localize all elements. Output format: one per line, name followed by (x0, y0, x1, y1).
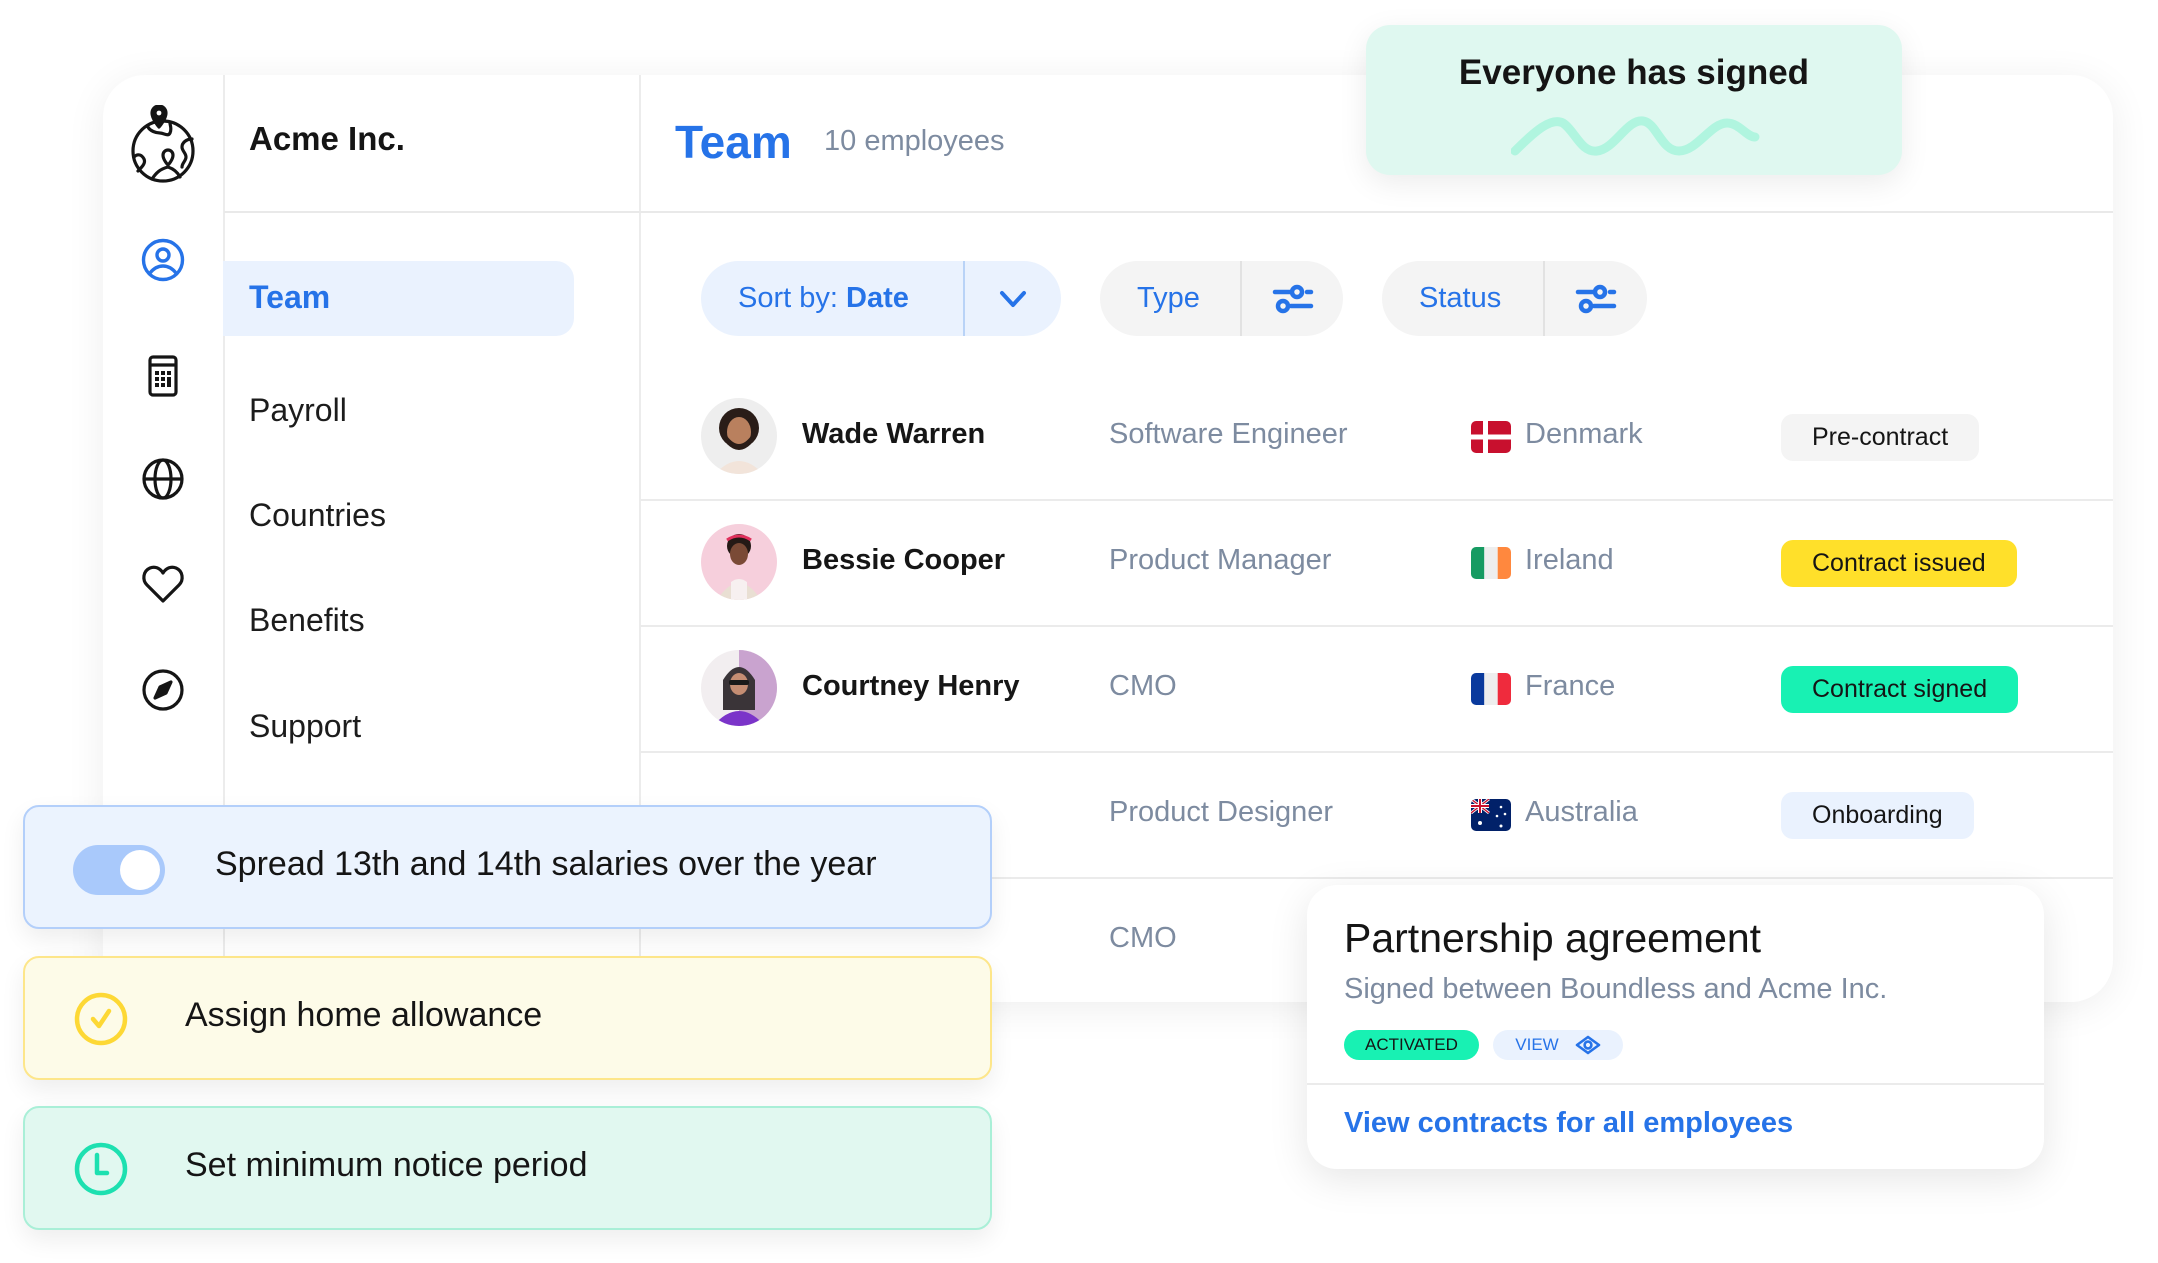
spread-salaries-toggle[interactable] (73, 845, 165, 895)
employee-country: Denmark (1525, 418, 1643, 450)
type-filter-button[interactable] (1242, 261, 1343, 336)
spread-salaries-option[interactable]: Spread 13th and 14th salaries over the y… (23, 805, 992, 929)
employee-country: Australia (1525, 796, 1638, 828)
squiggle-decoration-icon (1511, 116, 1760, 156)
sidebar-item-benefits[interactable]: Benefits (249, 602, 365, 639)
status-badge: Contract issued (1781, 540, 2017, 587)
clock-icon (74, 1142, 128, 1196)
sort-toggle-button[interactable] (965, 261, 1061, 336)
everyone-signed-notification: Everyone has signed (1366, 25, 1902, 175)
status-badge: Onboarding (1781, 792, 1974, 839)
card-divider (1307, 1083, 2044, 1085)
employee-title: Product Manager (1109, 544, 1332, 576)
view-label: VIEW (1515, 1035, 1559, 1054)
status-badge: Contract signed (1781, 666, 2019, 713)
activated-badge: ACTIVATED (1344, 1030, 1479, 1060)
france-flag-icon (1471, 673, 1511, 705)
contract-subtitle: Signed between Boundless and Acme Inc. (1344, 973, 1888, 1005)
denmark-flag-icon (1471, 421, 1511, 453)
contract-title: Partnership agreement (1344, 915, 1762, 961)
sort-dropdown[interactable]: Sort by: Date (701, 261, 1061, 336)
employee-count: 10 employees (824, 125, 1005, 157)
view-all-contracts-link[interactable]: View contracts for all employees (1344, 1107, 1793, 1140)
ireland-flag-icon (1471, 547, 1511, 579)
employee-title: CMO (1109, 670, 1177, 702)
status-badge: Pre-contract (1781, 414, 1980, 461)
employee-country: France (1525, 670, 1616, 702)
status-filter-button[interactable] (1545, 261, 1647, 336)
avatar (701, 398, 777, 474)
heart-icon[interactable] (141, 562, 185, 606)
option-label: Set minimum notice period (185, 1146, 588, 1184)
check-circle-icon (74, 992, 128, 1046)
employee-name[interactable]: Wade Warren (802, 418, 985, 451)
calculator-icon[interactable] (141, 354, 185, 398)
notice-period-option[interactable]: Set minimum notice period (23, 1106, 992, 1230)
sidebar-item-label-team[interactable]: Team (249, 279, 330, 316)
employee-country: Ireland (1525, 544, 1614, 576)
option-label: Spread 13th and 14th salaries over the y… (215, 845, 877, 883)
sidebar-item-payroll[interactable]: Payroll (249, 392, 347, 429)
table-row[interactable]: Bessie Cooper Product Manager Ireland Co… (640, 500, 2113, 625)
employee-title: Software Engineer (1109, 418, 1348, 450)
header-divider (224, 211, 2113, 213)
avatar (701, 650, 777, 726)
toggle-knob (120, 850, 160, 890)
user-circle-icon[interactable] (141, 238, 185, 282)
employee-title: CMO (1109, 922, 1177, 954)
sidebar-item-countries[interactable]: Countries (249, 497, 386, 534)
type-filter-label: Type (1137, 282, 1200, 314)
company-name: Acme Inc. (249, 120, 405, 157)
notification-title: Everyone has signed (1458, 53, 1810, 92)
view-button[interactable]: VIEW (1493, 1030, 1623, 1060)
sliders-icon (1575, 284, 1617, 313)
sliders-icon (1272, 284, 1313, 313)
avatar (701, 524, 777, 600)
spacer (141, 277, 185, 321)
table-row[interactable]: Courtney Henry CMO France Contract signe… (640, 626, 2113, 751)
australia-flag-icon (1471, 799, 1511, 831)
employee-name[interactable]: Courtney Henry (802, 670, 1020, 703)
compass-icon[interactable] (141, 668, 185, 712)
home-allowance-option[interactable]: Assign home allowance (23, 956, 992, 1080)
status-filter-label: Status (1419, 282, 1502, 314)
option-label: Assign home allowance (185, 996, 543, 1034)
table-row[interactable]: Wade Warren Software Engineer Denmark Pr… (640, 374, 2113, 499)
eye-icon (1575, 1035, 1601, 1055)
sort-label: Sort by: Date (738, 282, 909, 314)
page-title: Team (675, 116, 792, 168)
type-filter[interactable]: Type (1100, 261, 1343, 336)
employee-name[interactable]: Bessie Cooper (802, 544, 1005, 577)
employee-title: Product Designer (1109, 796, 1334, 828)
status-filter[interactable]: Status (1382, 261, 1647, 336)
globe-pin-logo-icon (131, 105, 195, 183)
globe-icon[interactable] (141, 457, 185, 501)
chevron-down-icon (1000, 290, 1026, 307)
partnership-agreement-card: Partnership agreement Signed between Bou… (1307, 885, 2044, 1169)
sidebar-item-support[interactable]: Support (249, 708, 361, 745)
